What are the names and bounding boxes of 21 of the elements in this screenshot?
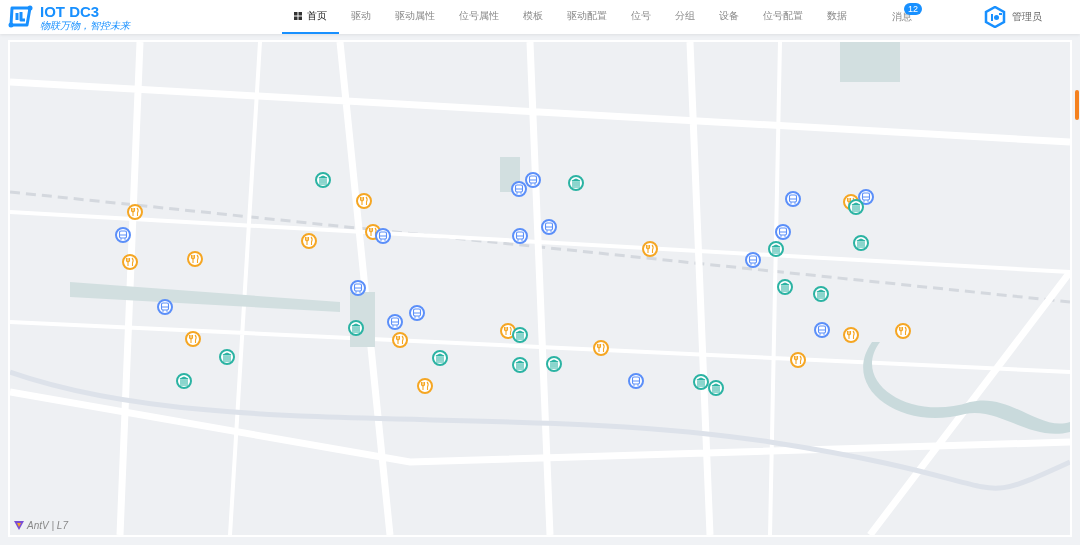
nav-tab[interactable]: 位号 <box>619 0 663 34</box>
nav-tab[interactable]: 驱动 <box>339 0 383 34</box>
nav-tab[interactable]: 数据 <box>815 0 859 34</box>
user-name[interactable]: 管理员 <box>1012 10 1042 24</box>
nav-tab[interactable]: 模板 <box>511 0 555 34</box>
nav-tab[interactable]: 驱动配置 <box>555 0 619 34</box>
map-attribution: AntV | L7 <box>27 520 68 531</box>
app-title: IOT DC3 <box>40 3 101 20</box>
nav-tab[interactable]: 设备 <box>707 0 751 34</box>
nav-tab[interactable]: 位号配置 <box>751 0 815 34</box>
nav-tab[interactable]: 分组 <box>663 0 707 34</box>
nav-tab[interactable]: 首页 <box>282 0 339 34</box>
nav-tab[interactable]: 位号属性 <box>447 0 511 34</box>
building-marker-icon[interactable] <box>708 380 724 396</box>
logo-icon <box>8 5 34 29</box>
nav-tab[interactable]: 驱动属性 <box>383 0 447 34</box>
user-avatar-icon <box>984 6 1006 28</box>
app-slogan: 物联万物，智控未来 <box>40 19 130 31</box>
grid-icon <box>294 12 302 20</box>
scrollbar-thumb[interactable] <box>1075 90 1079 120</box>
logo-icon <box>14 521 24 530</box>
